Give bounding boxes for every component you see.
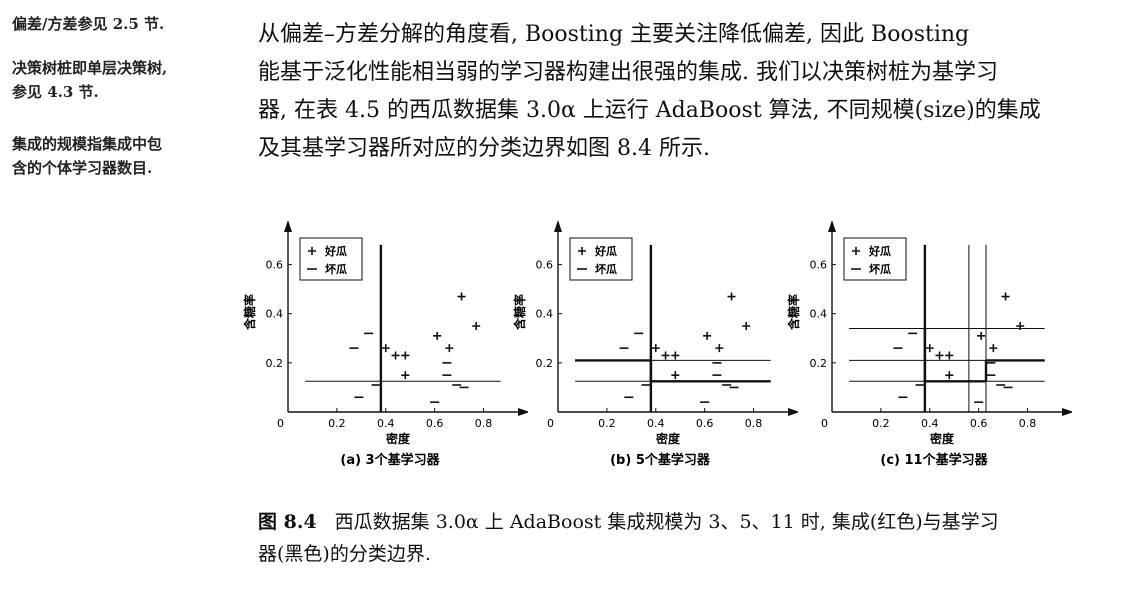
good-melon-point: [472, 322, 481, 330]
good-melon-point: [651, 344, 660, 353]
figure-panel-a: 0.2 0.4 0.6 0.8 0.2 0.4 0.6 0 密度 含糖率 好瓜坏瓜 (a) 3个基学习…: [238, 210, 530, 479]
y-tick-label: 0.6: [536, 259, 554, 272]
x-tick-label: 0.8: [745, 417, 763, 430]
y-axis-arrow: [828, 220, 836, 232]
figure-panel-c: 0.2 0.4 0.6 0.8 0.2 0.4 0.6 0 密度 含糖率 好瓜坏瓜 (c) 11个基学…: [782, 210, 1074, 479]
x-axis-label: 密度: [930, 431, 955, 446]
good-melon-point: [935, 351, 944, 360]
paragraph-line: 及其基学习器所对应的分类边界如图 8.4 所示.: [258, 136, 710, 161]
margin-note-decision-stump: 决策树桩即单层决策树, 参见 4.3 节.: [12, 56, 232, 104]
panel-subtitle: (b) 5个基学习器: [610, 452, 711, 468]
origin-label: 0: [277, 417, 284, 430]
origin-label: 0: [821, 417, 828, 430]
good-melon-point: [945, 371, 954, 380]
boundary-plot-11-learners: 0.2 0.4 0.6 0.8 0.2 0.4 0.6 0 密度 含糖率 好瓜坏瓜 (c) 11个基学…: [786, 220, 1074, 468]
panel-subtitle: (c) 11个基学习器: [880, 452, 988, 468]
x-tick-label: 0.4: [921, 417, 939, 430]
margin-note-line: 参见 4.3 节.: [12, 83, 99, 101]
good-melon-point: [401, 371, 410, 380]
y-tick-label: 0.2: [810, 357, 828, 370]
margin-note-line: 偏差/方差参见 2.5 节.: [12, 15, 165, 33]
x-tick-label: 0.2: [598, 417, 616, 430]
y-axis-label: 含糖率: [242, 294, 257, 330]
good-melon-point: [671, 351, 680, 360]
good-melon-point: [925, 344, 934, 353]
x-tick-label: 0.6: [970, 417, 988, 430]
good-melon-point: [381, 344, 390, 353]
caption-line: 器(黑色)的分类边界.: [258, 543, 431, 565]
y-axis-arrow: [554, 220, 562, 232]
margin-note-bias-variance: 偏差/方差参见 2.5 节.: [12, 12, 232, 36]
good-melon-point: [742, 322, 751, 330]
y-tick-label: 0.4: [810, 308, 828, 321]
x-tick-label: 0.8: [1019, 417, 1037, 430]
legend-label: 好瓜: [324, 244, 347, 258]
x-tick-label: 0.6: [696, 417, 714, 430]
legend-label: 坏瓜: [869, 263, 891, 276]
x-tick-label: 0.2: [872, 417, 890, 430]
boundary-plot-3-learners: 0.2 0.4 0.6 0.8 0.2 0.4 0.6 0 密度 含糖率 好瓜坏瓜 (a) 3个基学习…: [242, 220, 530, 468]
margin-note-ensemble-size: 集成的规模指集成中包 含的个体学习器数目.: [12, 132, 232, 180]
panel-subtitle: (a) 3个基学习器: [340, 452, 440, 468]
boundary-plot-5-learners: 0.2 0.4 0.6 0.8 0.2 0.4 0.6 0 密度 含糖率 好瓜坏瓜 (b) 5个基学习…: [512, 220, 800, 468]
x-axis-label: 密度: [656, 431, 681, 446]
legend-label: 坏瓜: [595, 263, 617, 276]
y-tick-label: 0.6: [810, 259, 828, 272]
good-melon-point: [391, 351, 400, 360]
margin-note-line: 集成的规模指集成中包: [12, 135, 163, 153]
x-axis-label: 密度: [386, 431, 411, 446]
body-paragraph: 从偏差–方差分解的角度看, Boosting 主要关注降低偏差, 因此 Boos…: [258, 16, 1098, 168]
good-melon-point: [945, 351, 954, 360]
y-tick-label: 0.6: [266, 259, 284, 272]
y-tick-label: 0.4: [536, 308, 554, 321]
y-axis-label: 含糖率: [786, 294, 801, 330]
good-melon-point: [977, 331, 986, 340]
good-melon-point: [727, 292, 736, 301]
x-tick-label: 0.2: [328, 417, 346, 430]
good-melon-point: [401, 351, 410, 360]
y-axis-arrow: [284, 220, 292, 232]
caption-line: 西瓜数据集 3.0α 上 AdaBoost 集成规模为 3、5、11 时, 集成…: [334, 511, 999, 533]
good-melon-point: [989, 344, 998, 353]
paragraph-line: 能基于泛化性能相当弱的学习器构建出很强的集成. 我们以决策树桩为基学习: [258, 60, 998, 85]
x-tick-label: 0.8: [475, 417, 493, 430]
x-tick-label: 0.6: [426, 417, 444, 430]
figure-panel-b: 0.2 0.4 0.6 0.8 0.2 0.4 0.6 0 密度 含糖率 好瓜坏瓜 (b) 5个基学习…: [508, 210, 800, 479]
y-tick-label: 0.2: [536, 357, 554, 370]
paragraph-line: 从偏差–方差分解的角度看, Boosting 主要关注降低偏差, 因此 Boos…: [258, 22, 970, 47]
good-melon-point: [703, 331, 712, 340]
good-melon-point: [445, 344, 454, 353]
paragraph-line: 器, 在表 4.5 的西瓜数据集 3.0α 上运行 AdaBoost 算法, 不…: [258, 98, 1041, 123]
good-melon-point: [433, 331, 442, 340]
legend-label: 好瓜: [868, 244, 891, 258]
good-melon-point: [715, 344, 724, 353]
x-axis-arrow: [1062, 408, 1074, 416]
y-tick-label: 0.2: [266, 357, 284, 370]
margin-note-line: 决策树桩即单层决策树,: [12, 59, 168, 77]
margin-note-line: 含的个体学习器数目.: [12, 159, 153, 177]
origin-label: 0: [547, 417, 554, 430]
good-melon-point: [457, 292, 466, 301]
figure-caption: 图 8.4 西瓜数据集 3.0α 上 AdaBoost 集成规模为 3、5、11 …: [258, 506, 1098, 570]
good-melon-point: [1001, 292, 1010, 301]
legend-label: 好瓜: [594, 244, 617, 258]
x-tick-label: 0.4: [377, 417, 395, 430]
y-tick-label: 0.4: [266, 308, 284, 321]
good-melon-point: [671, 371, 680, 380]
caption-label: 图 8.4: [258, 511, 317, 533]
y-axis-label: 含糖率: [512, 294, 527, 330]
good-melon-point: [661, 351, 670, 360]
x-tick-label: 0.4: [647, 417, 665, 430]
legend-label: 坏瓜: [325, 263, 347, 276]
